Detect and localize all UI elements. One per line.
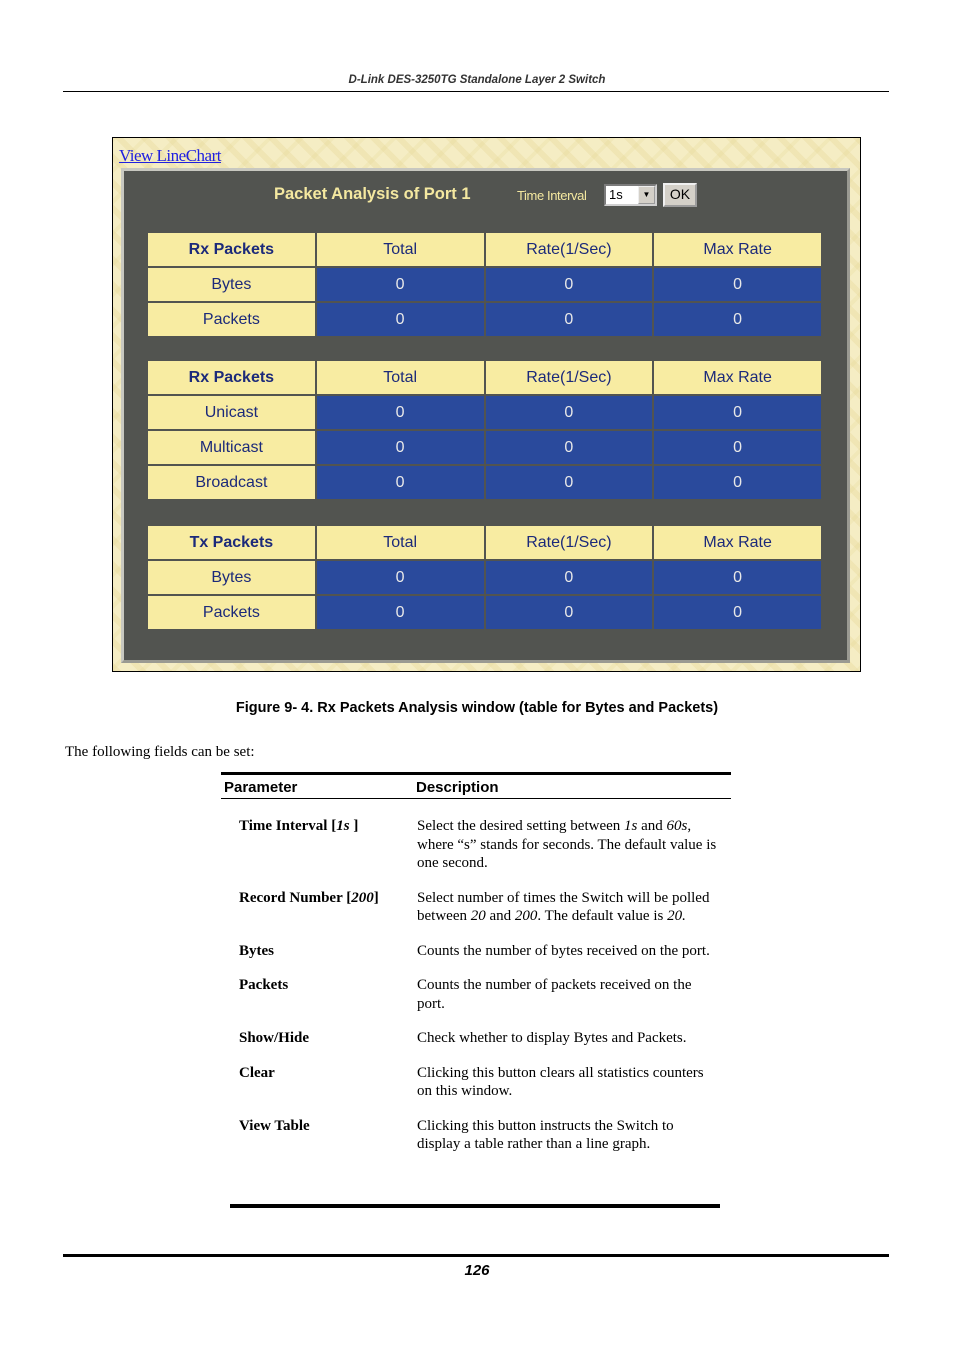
- value-cell: 0: [316, 396, 484, 429]
- table-row: Multicast 0 0 0: [148, 431, 821, 464]
- parameter-name: Packets: [239, 977, 289, 993]
- parameter-name: Time Interval [1s ]: [239, 818, 359, 834]
- table-header-row: Tx Packets Total Rate(1/Sec) Max Rate: [148, 526, 821, 559]
- column-header: Rate(1/Sec): [485, 361, 653, 394]
- value-cell: 0: [485, 268, 653, 301]
- parameter-description: Select the desired setting between 1s an…: [417, 818, 717, 871]
- value-cell: 0: [316, 466, 484, 499]
- parameter-row: Show/Hide Check whether to display Bytes …: [221, 1029, 731, 1048]
- column-header: Max Rate: [654, 361, 821, 394]
- row-label: Multicast: [148, 431, 315, 464]
- parameter-name: View Table: [239, 1117, 310, 1134]
- figure-caption: Figure 9- 4. Rx Packets Analysis window …: [235, 700, 719, 716]
- parameter-description: Counts the number of bytes received on t…: [417, 942, 710, 959]
- value-cell: 0: [485, 561, 653, 594]
- parameter-row: Clear Clicking this button clears all sta…: [221, 1064, 731, 1101]
- parameter-row: Record Number [200] Select number of time…: [221, 889, 731, 926]
- table-header-row: Rx Packets Total Rate(1/Sec) Max Rate: [148, 361, 821, 394]
- time-interval-select[interactable]: 1s ▼: [604, 184, 657, 206]
- page-number: 126: [464, 1262, 490, 1279]
- value-cell: 0: [316, 596, 484, 629]
- table-header-row: Rx Packets Total Rate(1/Sec) Max Rate: [148, 233, 821, 266]
- col-parameter: Parameter: [224, 779, 298, 796]
- table-row: Packets 0 0 0: [148, 596, 821, 629]
- column-header: Rx Packets: [148, 233, 315, 266]
- value-cell: 0: [485, 431, 653, 464]
- column-header: Rate(1/Sec): [485, 233, 653, 266]
- parameter-name: Clear: [239, 1064, 275, 1081]
- parameter-description: Select number of times the Switch will b…: [417, 889, 710, 925]
- time-interval-label: Time Interval: [517, 188, 587, 203]
- table-row: Broadcast 0 0 0: [148, 466, 821, 499]
- value-cell: 0: [654, 466, 821, 499]
- table-row: Packets 0 0 0: [148, 303, 821, 336]
- value-cell: 0: [485, 303, 653, 336]
- parameter-table: Parameter Description Time Interval [1s …: [221, 772, 731, 1154]
- table-row: Bytes 0 0 0: [148, 268, 821, 301]
- column-header: Max Rate: [654, 526, 821, 559]
- dropdown-arrow-icon[interactable]: ▼: [638, 186, 655, 204]
- value-cell: 0: [485, 466, 653, 499]
- parameter-name: Record Number [200]: [239, 889, 379, 906]
- column-header: Total: [316, 361, 484, 394]
- column-header: Rate(1/Sec): [485, 526, 653, 559]
- table-row: Bytes 0 0 0: [148, 561, 821, 594]
- row-label: Broadcast: [148, 466, 315, 499]
- column-header: Total: [316, 526, 484, 559]
- parameter-table-header: Parameter Description: [221, 775, 731, 799]
- value-cell: 0: [485, 396, 653, 429]
- view-linechart-link[interactable]: View LineChart: [119, 146, 221, 166]
- col-description: Description: [416, 779, 499, 796]
- row-label: Bytes: [148, 561, 315, 594]
- value-cell: 0: [654, 561, 821, 594]
- parameter-description: Clicking this button clears all statisti…: [417, 1064, 704, 1100]
- parameter-description: Counts the number of packets received on…: [417, 977, 692, 1012]
- value-cell: 0: [316, 303, 484, 336]
- value-cell: 0: [654, 596, 821, 629]
- ok-button[interactable]: OK: [663, 183, 697, 207]
- value-cell: 0: [316, 431, 484, 464]
- row-label: Unicast: [148, 396, 315, 429]
- parameter-description: Check whether to display Bytes and Packe…: [417, 1030, 687, 1046]
- parameter-row: Time Interval [1s ] Select the desired se…: [221, 817, 731, 873]
- row-label: Bytes: [148, 268, 315, 301]
- parameter-row: Packets Counts the number of packets rece…: [221, 976, 731, 1013]
- value-cell: 0: [654, 396, 821, 429]
- stats-table: Tx Packets Total Rate(1/Sec) Max Rate Bytes 0…: [146, 524, 823, 631]
- value-cell: 0: [316, 561, 484, 594]
- column-header: Rx Packets: [148, 361, 315, 394]
- panel-title: Packet Analysis of Port 1: [274, 185, 471, 203]
- packet-analysis-panel: Packet Analysis of Port 1 Time Interval …: [121, 168, 850, 663]
- row-label: Packets: [148, 596, 315, 629]
- column-header: Max Rate: [654, 233, 821, 266]
- parameter-description: Clicking this button instructs the Switc…: [417, 1117, 674, 1153]
- value-cell: 0: [485, 596, 653, 629]
- value-cell: 0: [316, 268, 484, 301]
- stats-table: Rx Packets Total Rate(1/Sec) Max Rate Unicas…: [146, 359, 823, 501]
- parameter-row: View Table Clicking this button instructs…: [221, 1117, 731, 1154]
- value-cell: 0: [654, 268, 821, 301]
- value-cell: 0: [654, 303, 821, 336]
- time-interval-value: 1s: [609, 187, 623, 202]
- table-row: Unicast 0 0 0: [148, 396, 821, 429]
- column-header: Total: [316, 233, 484, 266]
- column-header: Tx Packets: [148, 526, 315, 559]
- stats-table: Rx Packets Total Rate(1/Sec) Max Rate Bytes 0…: [146, 231, 823, 338]
- header-rule: [63, 91, 889, 92]
- parameter-name: Show/Hide: [239, 1030, 310, 1046]
- parameter-row: Bytes Counts the number of bytes received…: [221, 942, 731, 961]
- value-cell: 0: [654, 431, 821, 464]
- row-label: Packets: [148, 303, 315, 336]
- parameter-name: Bytes: [239, 942, 274, 959]
- screenshot-figure: View LineChart Packet Analysis of Port 1…: [112, 137, 861, 672]
- running-header: D-Link DES-3250TG Standalone Layer 2 Swi…: [348, 74, 606, 86]
- footer-rule: [63, 1254, 889, 1257]
- intro-text: The following fields can be set:: [65, 744, 255, 760]
- table-bottom-rule: [230, 1204, 720, 1208]
